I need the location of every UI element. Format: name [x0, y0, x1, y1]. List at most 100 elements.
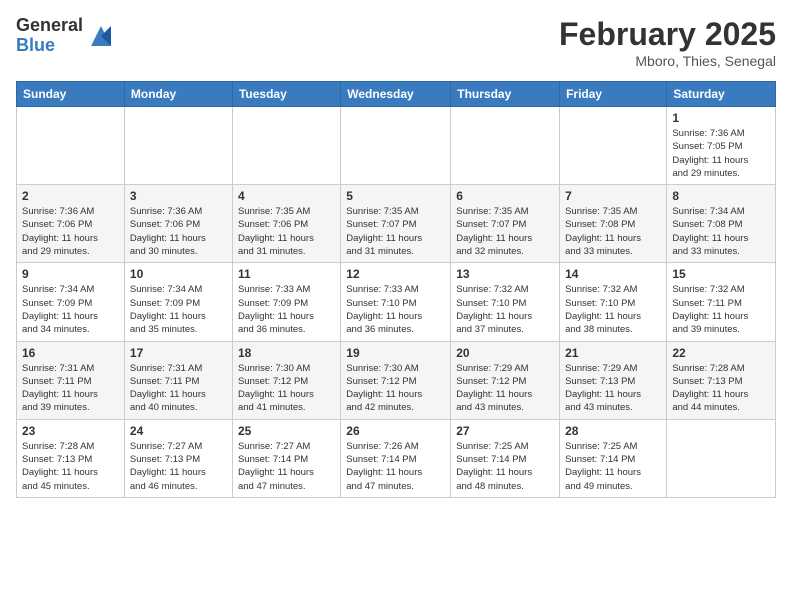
calendar-day-cell: 26 Sunrise: 7:26 AMSunset: 7:14 PMDayligh…	[341, 419, 451, 497]
calendar-table: SundayMondayTuesdayWednesdayThursdayFrid…	[16, 81, 776, 498]
calendar-week-row: 23 Sunrise: 7:28 AMSunset: 7:13 PMDayligh…	[17, 419, 776, 497]
weekday-header-wednesday: Wednesday	[341, 82, 451, 107]
calendar-day-cell: 7 Sunrise: 7:35 AMSunset: 7:08 PMDaylight…	[560, 185, 667, 263]
weekday-header-sunday: Sunday	[17, 82, 125, 107]
day-number: 9	[22, 267, 119, 281]
day-info: Sunrise: 7:36 AMSunset: 7:06 PMDaylight:…	[22, 205, 119, 258]
day-number: 24	[130, 424, 227, 438]
day-number: 23	[22, 424, 119, 438]
day-info: Sunrise: 7:36 AMSunset: 7:06 PMDaylight:…	[130, 205, 227, 258]
calendar-day-cell: 25 Sunrise: 7:27 AMSunset: 7:14 PMDayligh…	[232, 419, 340, 497]
calendar-day-cell: 14Sunrise: 7:32 AMSunset: 7:10 PMDayligh…	[560, 263, 667, 341]
day-info: Sunrise: 7:34 AMSunset: 7:09 PMDaylight:…	[22, 283, 119, 336]
day-number: 27	[456, 424, 554, 438]
day-info: Sunrise: 7:25 AMSunset: 7:14 PMDaylight:…	[565, 440, 661, 493]
calendar-day-cell: 5 Sunrise: 7:35 AMSunset: 7:07 PMDaylight…	[341, 185, 451, 263]
day-number: 4	[238, 189, 335, 203]
day-info: Sunrise: 7:35 AMSunset: 7:06 PMDaylight:…	[238, 205, 335, 258]
day-number: 2	[22, 189, 119, 203]
calendar-day-cell: 4 Sunrise: 7:35 AMSunset: 7:06 PMDaylight…	[232, 185, 340, 263]
day-info: Sunrise: 7:35 AMSunset: 7:07 PMDaylight:…	[346, 205, 445, 258]
weekday-header-thursday: Thursday	[451, 82, 560, 107]
calendar-day-cell: 21 Sunrise: 7:29 AMSunset: 7:13 PMDayligh…	[560, 341, 667, 419]
day-info: Sunrise: 7:26 AMSunset: 7:14 PMDaylight:…	[346, 440, 445, 493]
calendar-day-cell: 15 Sunrise: 7:32 AMSunset: 7:11 PMDayligh…	[667, 263, 776, 341]
day-number: 1	[672, 111, 770, 125]
day-number: 20	[456, 346, 554, 360]
calendar-day-cell	[667, 419, 776, 497]
day-info: Sunrise: 7:27 AMSunset: 7:14 PMDaylight:…	[238, 440, 335, 493]
day-number: 6	[456, 189, 554, 203]
day-info: Sunrise: 7:25 AMSunset: 7:14 PMDaylight:…	[456, 440, 554, 493]
calendar-day-cell: 28 Sunrise: 7:25 AMSunset: 7:14 PMDayligh…	[560, 419, 667, 497]
calendar-day-cell	[341, 107, 451, 185]
day-info: Sunrise: 7:28 AMSunset: 7:13 PMDaylight:…	[672, 362, 770, 415]
day-info: Sunrise: 7:31 AMSunset: 7:11 PMDaylight:…	[130, 362, 227, 415]
calendar-week-row: 1 Sunrise: 7:36 AMSunset: 7:05 PMDaylight…	[17, 107, 776, 185]
calendar-day-cell: 22Sunrise: 7:28 AMSunset: 7:13 PMDayligh…	[667, 341, 776, 419]
calendar-day-cell: 11Sunrise: 7:33 AMSunset: 7:09 PMDayligh…	[232, 263, 340, 341]
day-info: Sunrise: 7:31 AMSunset: 7:11 PMDaylight:…	[22, 362, 119, 415]
day-info: Sunrise: 7:34 AMSunset: 7:09 PMDaylight:…	[130, 283, 227, 336]
calendar-day-cell: 27 Sunrise: 7:25 AMSunset: 7:14 PMDayligh…	[451, 419, 560, 497]
day-info: Sunrise: 7:29 AMSunset: 7:12 PMDaylight:…	[456, 362, 554, 415]
calendar-week-row: 16 Sunrise: 7:31 AMSunset: 7:11 PMDayligh…	[17, 341, 776, 419]
day-number: 14	[565, 267, 661, 281]
calendar-day-cell: 8Sunrise: 7:34 AMSunset: 7:08 PMDaylight…	[667, 185, 776, 263]
day-info: Sunrise: 7:30 AMSunset: 7:12 PMDaylight:…	[346, 362, 445, 415]
calendar-day-cell: 6Sunrise: 7:35 AMSunset: 7:07 PMDaylight…	[451, 185, 560, 263]
calendar-day-cell: 12Sunrise: 7:33 AMSunset: 7:10 PMDayligh…	[341, 263, 451, 341]
day-number: 5	[346, 189, 445, 203]
calendar-day-cell: 18Sunrise: 7:30 AMSunset: 7:12 PMDayligh…	[232, 341, 340, 419]
calendar-day-cell	[560, 107, 667, 185]
logo-general-text: General	[16, 16, 83, 36]
calendar-day-cell: 23 Sunrise: 7:28 AMSunset: 7:13 PMDayligh…	[17, 419, 125, 497]
calendar-day-cell: 16 Sunrise: 7:31 AMSunset: 7:11 PMDayligh…	[17, 341, 125, 419]
day-number: 26	[346, 424, 445, 438]
location-subtitle: Mboro, Thies, Senegal	[559, 53, 776, 69]
calendar-week-row: 9 Sunrise: 7:34 AMSunset: 7:09 PMDaylight…	[17, 263, 776, 341]
month-title: February 2025	[559, 16, 776, 53]
calendar-day-cell: 10 Sunrise: 7:34 AMSunset: 7:09 PMDayligh…	[124, 263, 232, 341]
calendar-day-cell: 2 Sunrise: 7:36 AMSunset: 7:06 PMDaylight…	[17, 185, 125, 263]
weekday-header-monday: Monday	[124, 82, 232, 107]
day-number: 7	[565, 189, 661, 203]
weekday-header-friday: Friday	[560, 82, 667, 107]
calendar-day-cell	[451, 107, 560, 185]
day-number: 11	[238, 267, 335, 281]
day-number: 17	[130, 346, 227, 360]
page-header: General Blue February 2025 Mboro, Thies,…	[16, 16, 776, 69]
day-info: Sunrise: 7:28 AMSunset: 7:13 PMDaylight:…	[22, 440, 119, 493]
logo-blue-text: Blue	[16, 36, 83, 56]
day-number: 15	[672, 267, 770, 281]
calendar-week-row: 2 Sunrise: 7:36 AMSunset: 7:06 PMDaylight…	[17, 185, 776, 263]
calendar-day-cell	[124, 107, 232, 185]
calendar-day-cell: 17 Sunrise: 7:31 AMSunset: 7:11 PMDayligh…	[124, 341, 232, 419]
day-number: 21	[565, 346, 661, 360]
day-number: 10	[130, 267, 227, 281]
day-info: Sunrise: 7:32 AMSunset: 7:10 PMDaylight:…	[456, 283, 554, 336]
day-info: Sunrise: 7:29 AMSunset: 7:13 PMDaylight:…	[565, 362, 661, 415]
logo-icon	[87, 22, 115, 50]
title-block: February 2025 Mboro, Thies, Senegal	[559, 16, 776, 69]
day-number: 3	[130, 189, 227, 203]
day-number: 28	[565, 424, 661, 438]
day-info: Sunrise: 7:36 AMSunset: 7:05 PMDaylight:…	[672, 127, 770, 180]
day-number: 13	[456, 267, 554, 281]
weekday-header-saturday: Saturday	[667, 82, 776, 107]
weekday-header-row: SundayMondayTuesdayWednesdayThursdayFrid…	[17, 82, 776, 107]
calendar-day-cell: 1 Sunrise: 7:36 AMSunset: 7:05 PMDaylight…	[667, 107, 776, 185]
day-info: Sunrise: 7:32 AMSunset: 7:11 PMDaylight:…	[672, 283, 770, 336]
day-number: 25	[238, 424, 335, 438]
calendar-day-cell: 19 Sunrise: 7:30 AMSunset: 7:12 PMDayligh…	[341, 341, 451, 419]
calendar-day-cell	[232, 107, 340, 185]
day-info: Sunrise: 7:35 AMSunset: 7:08 PMDaylight:…	[565, 205, 661, 258]
day-info: Sunrise: 7:34 AMSunset: 7:08 PMDaylight:…	[672, 205, 770, 258]
day-number: 16	[22, 346, 119, 360]
calendar-day-cell	[17, 107, 125, 185]
calendar-day-cell: 24 Sunrise: 7:27 AMSunset: 7:13 PMDayligh…	[124, 419, 232, 497]
weekday-header-tuesday: Tuesday	[232, 82, 340, 107]
day-info: Sunrise: 7:27 AMSunset: 7:13 PMDaylight:…	[130, 440, 227, 493]
day-number: 19	[346, 346, 445, 360]
calendar-day-cell: 3 Sunrise: 7:36 AMSunset: 7:06 PMDaylight…	[124, 185, 232, 263]
